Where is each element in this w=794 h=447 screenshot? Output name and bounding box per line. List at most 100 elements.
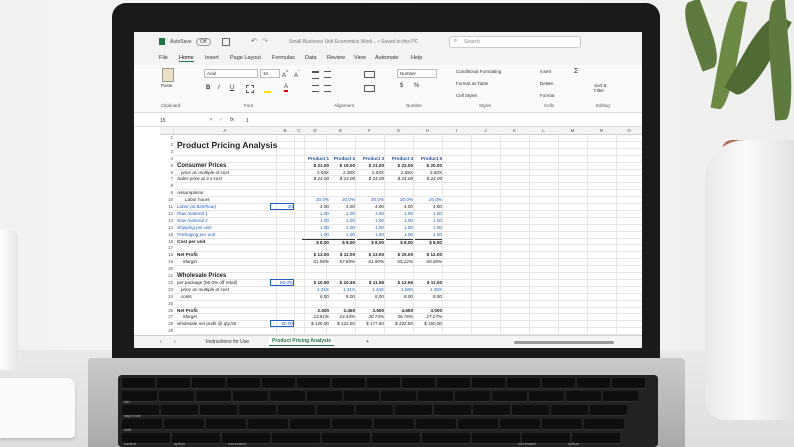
column-header[interactable]: O — [616, 127, 642, 135]
row-header[interactable]: 7 — [160, 176, 173, 181]
row-header[interactable]: 23 — [160, 287, 173, 292]
scroll-right-icon[interactable]: › — [174, 339, 176, 345]
row-header[interactable]: 19 — [160, 259, 173, 264]
row-header[interactable]: 27 — [160, 314, 173, 319]
wholesale-rate-input[interactable]: 50.0% — [270, 278, 294, 286]
format-cells-button[interactable]: Format — [540, 93, 554, 98]
row-header[interactable]: 22 — [160, 280, 173, 285]
row-header[interactable]: 1 — [160, 135, 173, 140]
formula-input[interactable]: 1 — [246, 118, 249, 124]
enter-icon[interactable]: ✓ — [219, 117, 223, 123]
undo-icon[interactable]: ↶ — [251, 37, 257, 45]
row-header[interactable]: 6 — [160, 170, 173, 175]
column-header[interactable]: L — [529, 127, 559, 135]
font-name-select[interactable]: Arial — [204, 69, 258, 78]
menu-automate[interactable]: Automate — [375, 55, 399, 61]
column-header[interactable]: K — [500, 127, 530, 135]
row-header[interactable]: 5 — [160, 163, 173, 168]
tab-product-pricing[interactable]: Product Pricing Analysis — [269, 337, 334, 346]
add-sheet-button[interactable]: + — [366, 339, 369, 345]
sort-filter-button[interactable]: Sort & Filter — [594, 83, 616, 93]
menu-page-layout[interactable]: Page Layout — [230, 55, 261, 61]
column-header[interactable]: N — [587, 127, 617, 135]
align-left-icon[interactable] — [312, 85, 319, 92]
number-format-select[interactable]: Number — [397, 69, 437, 78]
row-header[interactable]: 17 — [160, 245, 173, 250]
column-header[interactable]: M — [558, 127, 588, 135]
merge-icon[interactable] — [364, 85, 375, 92]
cancel-icon[interactable]: ✕ — [209, 117, 213, 123]
redo-icon[interactable]: ↷ — [262, 37, 268, 45]
column-header[interactable]: I — [442, 127, 472, 135]
menu-help[interactable]: Help — [411, 55, 422, 61]
delete-cells-button[interactable]: Delete — [540, 81, 553, 86]
row-header[interactable]: 29 — [160, 328, 173, 333]
save-icon[interactable] — [222, 38, 230, 46]
autosave-toggle[interactable]: Off — [196, 38, 211, 46]
paste-button[interactable]: Paste — [161, 83, 173, 88]
fx-button[interactable]: fx — [230, 117, 234, 123]
menu-formulas[interactable]: Formulas — [272, 55, 295, 61]
quantity-input[interactable]: 50.00 — [270, 320, 294, 328]
borders-icon[interactable] — [246, 85, 254, 93]
insert-cells-button[interactable]: Insert — [540, 69, 551, 74]
font-color-icon[interactable]: A — [284, 84, 289, 92]
row-header[interactable]: 26 — [160, 308, 173, 313]
format-as-table-button[interactable]: Format as Table — [456, 81, 488, 86]
row-header[interactable]: 24 — [160, 294, 173, 299]
conditional-formatting-button[interactable]: Conditional Formatting — [456, 69, 501, 74]
row-header[interactable]: 3 — [160, 149, 173, 154]
row-header[interactable]: 15 — [160, 232, 173, 237]
select-all-corner[interactable] — [160, 127, 174, 135]
row-header[interactable]: 4 — [160, 156, 173, 161]
fill-color-icon[interactable] — [264, 85, 271, 93]
column-header[interactable]: D — [304, 127, 327, 135]
menu-home[interactable]: Home — [179, 55, 194, 62]
font-size-select[interactable]: 10 — [260, 69, 280, 78]
paste-icon[interactable] — [162, 68, 174, 82]
align-middle-icon[interactable] — [324, 71, 331, 78]
spreadsheet-grid[interactable]: A B C D E F G H I J K L M N O 1 2 3 4 5 6 7 8 9 10 11 12 13 14 15 16 17… — [134, 127, 642, 336]
labor-rate-input[interactable]: 20 — [270, 203, 294, 210]
row-header[interactable]: 9 — [160, 190, 173, 195]
align-center-icon[interactable] — [324, 85, 331, 92]
tab-instructions[interactable]: Instructions for Use — [206, 339, 249, 345]
column-header[interactable]: H — [413, 127, 443, 135]
autosum-icon[interactable]: Σ — [574, 68, 578, 75]
row-header[interactable]: 13 — [160, 218, 173, 223]
row-header[interactable]: 28 — [160, 321, 173, 326]
row-header[interactable]: 10 — [160, 197, 173, 202]
menu-review[interactable]: Review — [327, 55, 345, 61]
column-header[interactable]: A — [174, 127, 277, 135]
column-header[interactable]: J — [471, 127, 501, 135]
menu-insert[interactable]: Insert — [205, 55, 219, 61]
column-header[interactable]: G — [384, 127, 414, 135]
menu-view[interactable]: View — [354, 55, 366, 61]
scroll-left-icon[interactable]: ‹ — [160, 339, 162, 345]
align-top-icon[interactable] — [312, 71, 319, 79]
search-box[interactable]: ⌕ Search — [449, 36, 581, 48]
row-header[interactable]: 16 — [160, 239, 173, 244]
name-box[interactable]: 15 — [160, 118, 196, 124]
row-header[interactable]: 14 — [160, 225, 173, 230]
bold-button[interactable]: B — [206, 85, 210, 91]
wrap-text-icon[interactable] — [364, 71, 375, 78]
row-header[interactable]: 20 — [160, 266, 173, 271]
decrease-font-icon[interactable]: Aˇ — [294, 70, 300, 79]
row-header[interactable]: 8 — [160, 183, 173, 188]
column-header[interactable]: F — [355, 127, 385, 135]
row-header[interactable]: 25 — [160, 301, 173, 306]
row-header[interactable]: 12 — [160, 211, 173, 216]
horizontal-scrollbar[interactable] — [514, 341, 614, 344]
row-header[interactable]: 11 — [160, 204, 173, 209]
menu-file[interactable]: File — [159, 55, 168, 61]
row-header[interactable]: 2 — [160, 142, 173, 147]
currency-button[interactable]: $ — [400, 83, 403, 89]
row-header[interactable]: 21 — [160, 273, 173, 278]
italic-button[interactable]: I — [218, 85, 220, 91]
menu-data[interactable]: Data — [305, 55, 317, 61]
column-header[interactable]: B — [276, 127, 295, 135]
row-header[interactable]: 18 — [160, 252, 173, 257]
percent-button[interactable]: % — [414, 83, 419, 89]
cell-styles-button[interactable]: Cell Styles — [456, 93, 477, 98]
